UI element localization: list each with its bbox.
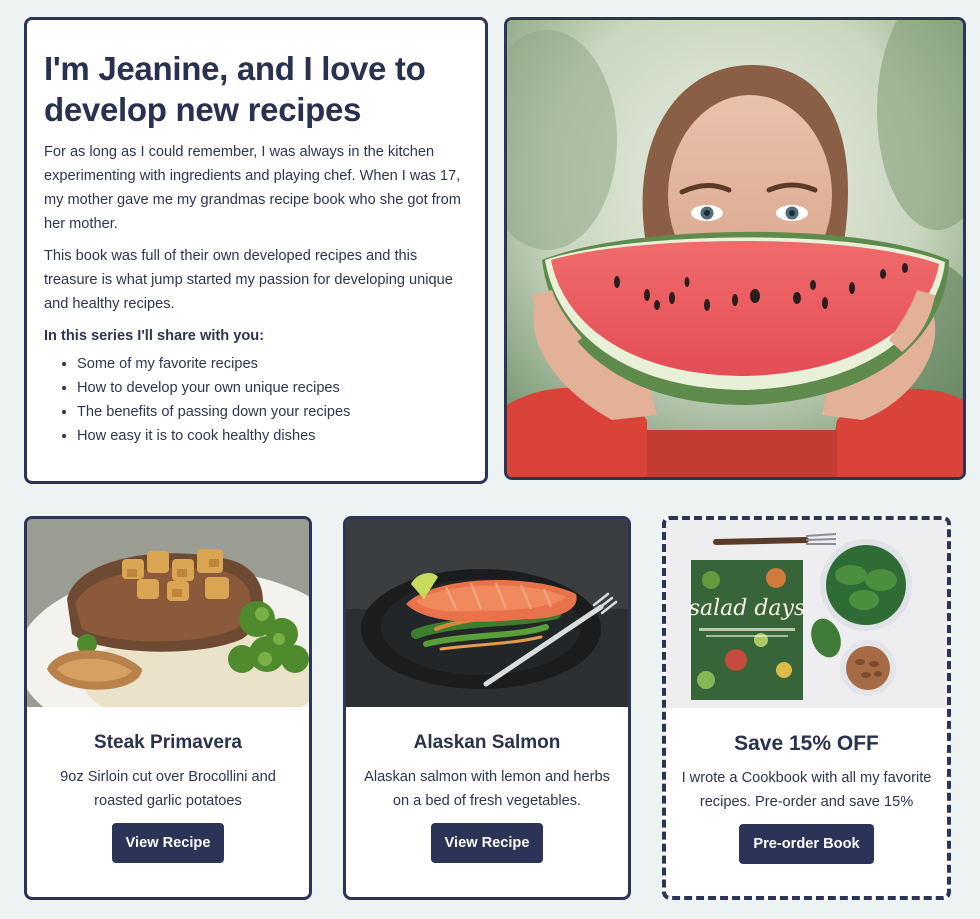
salmon-dish-photo	[346, 519, 628, 707]
list-item: Some of my favorite recipes	[77, 352, 467, 376]
series-list: Some of my favorite recipes How to devel…	[44, 352, 467, 448]
intro-paragraph-2: This book was full of their own develope…	[44, 248, 453, 312]
intro-paragraph-1: For as long as I could remember, I was a…	[44, 144, 461, 232]
recipe-card-salmon: Alaskan Salmon Alaskan salmon with lemon…	[343, 516, 631, 900]
recipe-card-body: Alaskan Salmon Alaskan salmon with lemon…	[346, 707, 628, 863]
recipe-description: Alaskan salmon with lemon and herbs on a…	[364, 769, 610, 809]
promo-title: Save 15% OFF	[734, 732, 879, 755]
book-cover-title: salad days	[689, 596, 806, 621]
promo-card-body: Save 15% OFF I wrote a Cookbook with all…	[666, 708, 947, 864]
recipe-card-steak: Steak Primavera 9oz Sirloin cut over Bro…	[24, 516, 312, 900]
cookbook-promo-card: salad days Save 15% OFF I wrote a Cookbo…	[662, 516, 951, 900]
pre-order-button[interactable]: Pre-order Book	[739, 824, 874, 864]
view-recipe-button[interactable]: View Recipe	[430, 823, 544, 863]
cookbook-photo: salad days	[666, 520, 947, 708]
view-recipe-button[interactable]: View Recipe	[111, 823, 225, 863]
recipe-title: Alaskan Salmon	[413, 732, 561, 753]
page-title: I'm Jeanine, and I love to develop new r…	[44, 50, 426, 128]
woman-watermelon-photo	[507, 20, 963, 477]
recipe-title: Steak Primavera	[94, 732, 242, 753]
list-item: How easy it is to cook healthy dishes	[77, 424, 467, 448]
list-item: How to develop your own unique recipes	[77, 376, 467, 400]
intro-card: I'm Jeanine, and I love to develop new r…	[24, 17, 488, 484]
promo-description: I wrote a Cookbook with all my favorite …	[681, 770, 932, 810]
recipe-card-body: Steak Primavera 9oz Sirloin cut over Bro…	[27, 707, 309, 863]
hero-photo-card	[504, 17, 966, 480]
list-item: The benefits of passing down your recipe…	[77, 400, 467, 424]
series-list-title: In this series I'll share with you:	[44, 328, 265, 344]
recipe-description: 9oz Sirloin cut over Brocollini and roas…	[60, 769, 276, 809]
steak-dish-photo	[27, 519, 309, 707]
